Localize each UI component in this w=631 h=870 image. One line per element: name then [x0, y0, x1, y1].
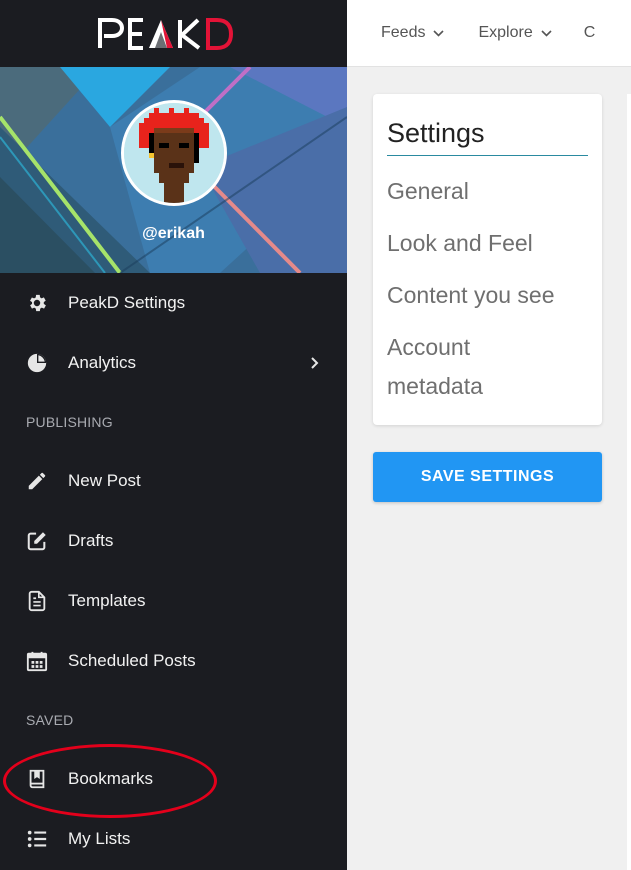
- sidebar-item-label: Bookmarks: [68, 769, 154, 788]
- sidebar-item-templates[interactable]: Templates: [0, 571, 347, 631]
- nav-feeds-label: Feeds: [381, 24, 426, 41]
- pie-chart-icon: [26, 352, 48, 374]
- sidebar-item-new-post[interactable]: New Post: [0, 451, 347, 511]
- main-content: Settings General Look and Feel Content y…: [347, 67, 631, 870]
- top-navigation-bar: Feeds Explore C: [347, 0, 631, 67]
- sidebar-item-label: PeakD Settings: [68, 293, 186, 312]
- logo-bar: [0, 0, 347, 67]
- settings-link-look-and-feel[interactable]: Look and Feel: [387, 224, 588, 263]
- chevron-down-icon: [433, 29, 445, 37]
- chevron-right-icon: [311, 357, 319, 369]
- nav-explore-label: Explore: [478, 24, 533, 41]
- sidebar-item-analytics[interactable]: Analytics: [0, 333, 347, 393]
- sidebar: @erikah PeakD Settings Analytics PUBLISH…: [0, 0, 347, 870]
- peakd-logo-mark: [97, 17, 233, 50]
- sidebar-item-label: Analytics: [68, 353, 137, 372]
- sidebar-item-label: New Post: [68, 471, 141, 490]
- settings-title: Settings: [387, 94, 588, 156]
- sidebar-item-label: My Lists: [68, 829, 131, 848]
- sidebar-item-label: Templates: [68, 591, 146, 610]
- profile-banner: @erikah: [0, 67, 347, 273]
- calendar-icon: [26, 650, 48, 672]
- sidebar-item-scheduled-posts[interactable]: Scheduled Posts: [0, 631, 347, 691]
- nav-feeds[interactable]: Feeds: [381, 24, 445, 42]
- settings-link-general[interactable]: General: [387, 172, 588, 211]
- bookmark-book-icon: [26, 768, 48, 790]
- peakd-logo[interactable]: [97, 17, 250, 51]
- nav-explore[interactable]: Explore: [478, 24, 552, 42]
- document-icon: [26, 590, 48, 612]
- nav-truncated[interactable]: C: [584, 24, 596, 42]
- sidebar-item-bookmarks[interactable]: Bookmarks: [0, 749, 347, 809]
- avatar[interactable]: [121, 100, 227, 206]
- sidebar-item-my-lists[interactable]: My Lists: [0, 809, 347, 869]
- chevron-down-icon: [541, 29, 552, 37]
- pencil-icon: [26, 470, 48, 492]
- profile-username[interactable]: @erikah: [0, 225, 347, 243]
- sidebar-item-drafts[interactable]: Drafts: [0, 511, 347, 571]
- sidebar-item-peakd-settings[interactable]: PeakD Settings: [0, 273, 347, 333]
- nav-truncated-label: C: [583, 24, 596, 41]
- section-label-saved: SAVED: [26, 712, 74, 728]
- sidebar-item-label: Drafts: [68, 531, 114, 550]
- sidebar-menu: PeakD Settings Analytics PUBLISHING New …: [0, 273, 347, 869]
- sidebar-item-label: Scheduled Posts: [68, 651, 196, 670]
- edit-square-icon: [26, 530, 48, 552]
- gear-icon: [26, 292, 48, 314]
- save-settings-button[interactable]: SAVE SETTINGS: [373, 452, 602, 502]
- section-label-publishing: PUBLISHING: [26, 414, 113, 430]
- top-nav: Feeds Explore C: [347, 0, 595, 67]
- pixel-avatar-icon: [124, 103, 224, 203]
- settings-link-content-you-see[interactable]: Content you see: [387, 276, 588, 315]
- content-edge-panel: [627, 94, 631, 870]
- settings-card: Settings General Look and Feel Content y…: [373, 94, 602, 425]
- settings-link-account-metadata[interactable]: Account metadata: [387, 328, 527, 406]
- list-icon: [26, 828, 48, 850]
